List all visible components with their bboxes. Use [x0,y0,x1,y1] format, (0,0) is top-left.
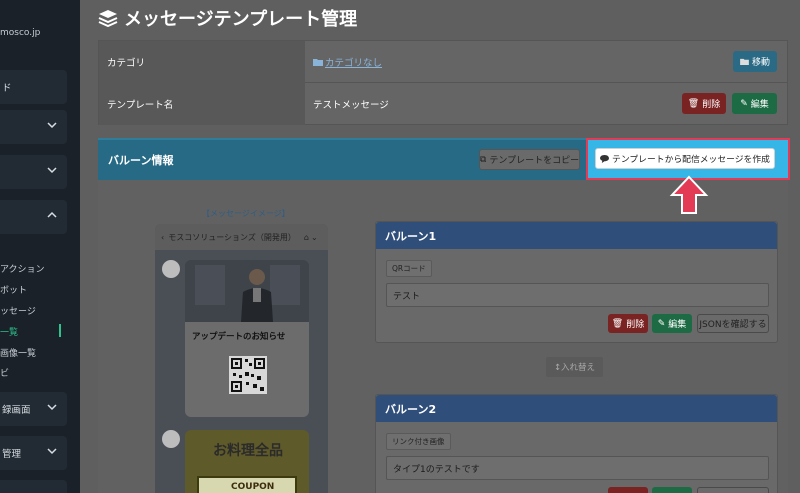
balloon-text-field[interactable]: タイプ1のテストです [386,456,769,480]
chevron-down-icon [47,122,57,129]
sidebar-item-label: 録画面 [2,405,31,416]
avatar [162,260,180,278]
pencil-icon: ✎ [657,318,666,329]
chevron-up-icon [47,211,57,218]
preview-label: 【メッセージイメージ】 [202,209,290,218]
sidebar-subitem-list[interactable]: 一覧 [0,325,18,338]
preview-card-update: アップデートのお知らせ [185,260,309,417]
balloon-edit-button[interactable] [652,487,692,493]
balloon-title: バルーン2 [376,395,777,422]
view-json-button[interactable]: JSONを確認する [697,314,769,333]
template-name-label: テンプレート名 [99,83,305,125]
sidebar-item-group-3[interactable] [0,200,67,234]
balloon-type-tag: QRコード [386,260,432,277]
category-row: カテゴリ カテゴリなし 移動 [99,41,787,83]
template-name-value: テストメッセージ [313,100,389,111]
copy-icon: ⧉ [479,154,487,165]
sidebar-subitem-bot[interactable]: ボット [0,283,27,296]
sidebar-subitem-image-list[interactable]: 画像一覧 [0,346,36,359]
sidebar: mosco.jp ド アクション ボット ッセージ 一覧 画像一覧 ビ 録画面 … [0,0,80,493]
sidebar-subitem-action[interactable]: アクション [0,262,45,275]
chevron-down-icon [47,448,57,455]
sidebar-item-dashboard[interactable]: ド [0,70,67,104]
edit-button[interactable]: ✎ 編集 [732,93,777,114]
card-photo [185,260,309,322]
sidebar-item-label: 管理 [2,449,22,460]
balloon-title: バルーン1 [376,222,777,249]
preview-card-coupon: お料理全品 COUPON [185,430,309,493]
pencil-icon: ✎ [740,98,748,109]
balloon-info-title: バルーン情報 [108,154,174,167]
home-icon: ⌂ [303,232,309,242]
balloon-text-field[interactable]: テスト [386,283,769,307]
balloon-card-2: バルーン2 リンク付き画像 タイプ1のテストです [375,394,778,493]
trash-icon: 🗑 [611,318,624,329]
sidebar-subitem-message[interactable]: ッセージ [0,304,36,317]
chevron-left-icon: ‹ [161,232,165,242]
sidebar-item-management[interactable]: 管理 [0,436,67,470]
sidebar-item-next[interactable] [0,480,67,493]
qr-code-icon [229,356,267,394]
move-button[interactable]: 移動 [733,51,777,72]
sidebar-item-label: ド [2,83,12,94]
balloon-delete-button[interactable] [608,487,648,493]
view-json-button[interactable] [697,487,769,493]
chevron-down-icon [47,167,57,174]
card2-title: お料理全品 [213,443,283,459]
red-up-arrow-icon [669,175,709,214]
chevron-down-icon: ⌄ [310,232,318,242]
template-info-table: カテゴリ カテゴリなし 移動 テンプレート名 テストメッセージ 🗑 削除 ✎ 編… [98,40,788,125]
folder-icon [740,58,749,65]
category-link[interactable]: カテゴリなし [313,41,382,83]
trash-icon: 🗑 [687,98,700,109]
balloon-type-tag: リンク付き画像 [386,433,451,450]
comment-icon [600,154,609,163]
folder-icon [313,59,323,66]
swap-button[interactable]: ↕入れ替え [546,357,603,377]
chevron-down-icon [47,404,57,411]
delete-button[interactable]: 🗑 削除 [682,93,726,114]
copy-template-button[interactable]: ⧉ テンプレートをコピー [479,149,580,170]
preview-header: ‹ モスコソリューションズ（開発用） ⌂ ⌄ [155,224,328,250]
person-photo-icon [185,260,309,322]
balloon-card-1: バルーン1 QRコード テスト 🗑 削除 ✎ 編集 JSONを確認する [375,221,778,343]
sidebar-item-recording[interactable]: 録画面 [0,392,67,426]
active-indicator [59,324,61,337]
template-name-row: テンプレート名 テストメッセージ 🗑 削除 ✎ 編集 [99,83,787,125]
coupon-badge: COUPON [197,476,297,493]
balloon-edit-button[interactable]: ✎ 編集 [652,314,692,333]
card-title: アップデートのお知らせ [192,332,286,342]
sidebar-item-group-2[interactable] [0,155,67,189]
category-label: カテゴリ [99,41,305,83]
page-title: メッセージテンプレート管理 [98,5,357,31]
avatar [162,430,180,448]
create-message-from-template-button[interactable]: テンプレートから配信メッセージを作成 [595,148,775,169]
user-email: mosco.jp [0,28,41,38]
balloon-delete-button[interactable]: 🗑 削除 [608,314,648,333]
sidebar-item-group-1[interactable] [0,110,67,144]
layers-icon [98,10,118,27]
sidebar-subitem-other[interactable]: ビ [0,366,9,379]
message-preview-phone: ‹ モスコソリューションズ（開発用） ⌂ ⌄ アップデートのお知らせ お料理全品… [155,224,328,493]
